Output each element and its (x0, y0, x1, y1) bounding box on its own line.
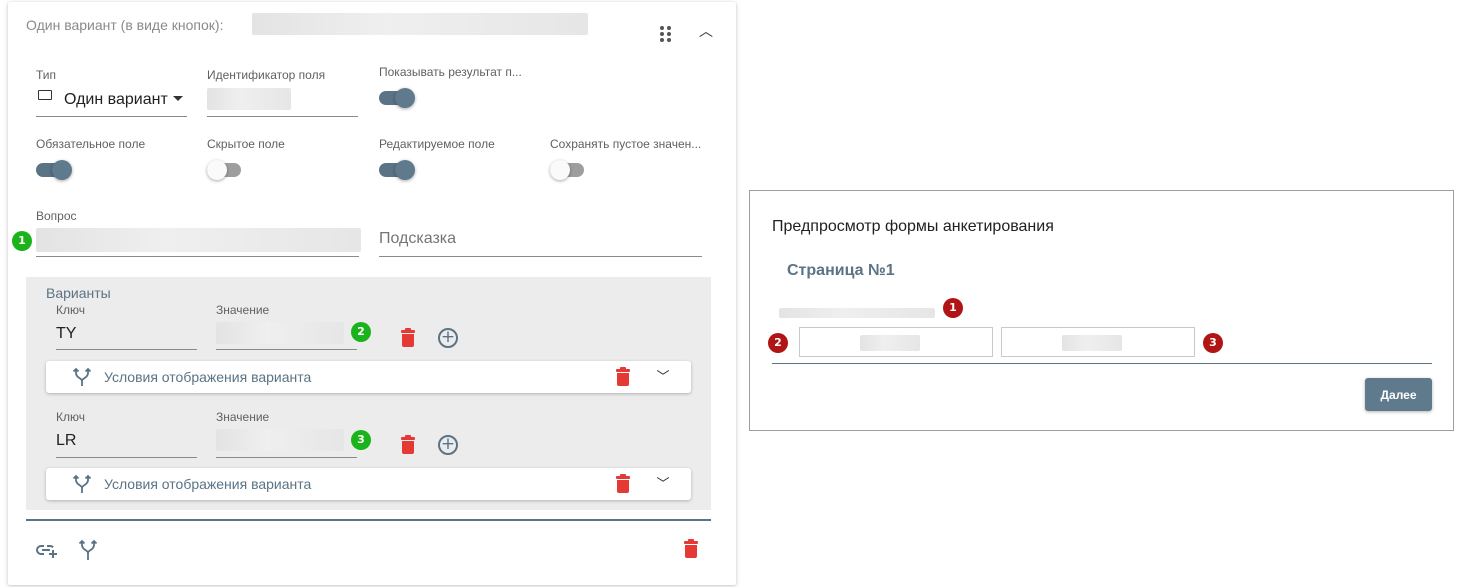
add-variant-icon[interactable]: + (438, 435, 458, 455)
type-select[interactable]: Один вариант (64, 91, 168, 109)
variant-conditions-bar[interactable]: Условия отображения варианта ﹀ (46, 361, 691, 393)
button-type-icon (38, 90, 52, 100)
variant-key-input[interactable]: TY (56, 325, 76, 343)
delete-conditions-icon[interactable] (616, 367, 630, 386)
editable-toggle[interactable] (379, 160, 415, 180)
question-editor-card: Один вариант (в виде кнопок): ︿ Тип Один… (8, 2, 736, 585)
preview-divider (772, 363, 1432, 364)
variant-conditions-bar[interactable]: Условия отображения варианта ﹀ (46, 468, 691, 500)
question-input[interactable] (36, 228, 361, 252)
type-underline (36, 116, 187, 117)
delete-variant-icon[interactable] (401, 328, 415, 347)
form-preview-card: Предпросмотр формы анкетирования Страниц… (749, 190, 1454, 431)
save-empty-label: Сохранять пустое значен... (550, 137, 702, 151)
variant-value-label: Значение (216, 410, 270, 424)
hint-underline (379, 256, 702, 257)
delete-variant-icon[interactable] (401, 435, 415, 454)
variants-panel: Варианты Ключ TY Значение 2 + Условия от… (26, 277, 711, 510)
chevron-down-icon[interactable]: ﹀ (653, 367, 673, 387)
fork-icon (72, 474, 92, 493)
redacted-question-title (252, 13, 588, 35)
next-button[interactable]: Далее (1365, 378, 1432, 411)
variant-key-underline (56, 349, 197, 350)
dropdown-arrow-icon[interactable] (173, 96, 183, 101)
hidden-toggle[interactable] (207, 160, 243, 180)
chevron-down-icon[interactable]: ﹀ (653, 474, 673, 494)
variant-value-input[interactable] (216, 322, 344, 344)
card-title: Один вариант (в виде кнопок): (26, 17, 224, 33)
delete-conditions-icon[interactable] (616, 474, 630, 493)
save-empty-toggle[interactable] (550, 160, 586, 180)
show-result-label: Показывать результат п... (379, 65, 522, 79)
editable-label: Редактируемое поле (379, 137, 495, 151)
variant-badge: 3 (351, 430, 371, 450)
show-result-toggle[interactable] (379, 88, 415, 108)
question-label: Вопрос (36, 209, 77, 223)
redacted-question-text (779, 308, 935, 318)
footer-divider (26, 519, 711, 521)
preview-option-badge: 2 (768, 333, 788, 353)
variant-key-label: Ключ (56, 303, 85, 317)
variants-title: Варианты (46, 285, 111, 301)
hint-input[interactable]: Подсказка (379, 230, 456, 248)
question-badge: 1 (12, 231, 32, 251)
preview-option-badge: 3 (1203, 333, 1223, 353)
add-link-icon[interactable] (36, 541, 58, 559)
fork-icon (72, 367, 92, 386)
redacted-option-text (860, 335, 920, 351)
conditions-fork-icon[interactable] (78, 539, 98, 561)
variant-value-input[interactable] (216, 429, 344, 451)
preview-question-badge: 1 (943, 298, 963, 318)
preview-title: Предпросмотр формы анкетирования (772, 218, 1054, 235)
field-id-label: Идентификатор поля (207, 68, 326, 82)
field-id-input[interactable] (207, 88, 291, 110)
variant-key-label: Ключ (56, 410, 85, 424)
drag-handle-icon[interactable] (660, 26, 672, 44)
preview-option-button[interactable] (1001, 327, 1195, 357)
variant-value-underline (216, 349, 357, 350)
redacted-option-text (1062, 335, 1122, 351)
variant-key-underline (56, 457, 197, 458)
variant-key-input[interactable]: LR (56, 432, 76, 450)
required-label: Обязательное поле (36, 137, 146, 151)
add-variant-icon[interactable]: + (438, 328, 458, 348)
conditions-label: Условия отображения варианта (104, 476, 312, 492)
hidden-label: Скрытое поле (207, 137, 285, 151)
field-id-underline (207, 116, 358, 117)
type-label: Тип (36, 68, 57, 82)
question-underline (36, 256, 359, 257)
variant-value-underline (216, 457, 357, 458)
conditions-label: Условия отображения варианта (104, 369, 312, 385)
delete-question-icon[interactable] (684, 539, 698, 558)
chevron-up-icon[interactable]: ︿ (696, 21, 716, 41)
page-title: Страница №1 (787, 262, 895, 279)
variant-value-label: Значение (216, 303, 270, 317)
variant-badge: 2 (351, 322, 371, 342)
required-toggle[interactable] (36, 160, 72, 180)
preview-option-button[interactable] (799, 327, 993, 357)
